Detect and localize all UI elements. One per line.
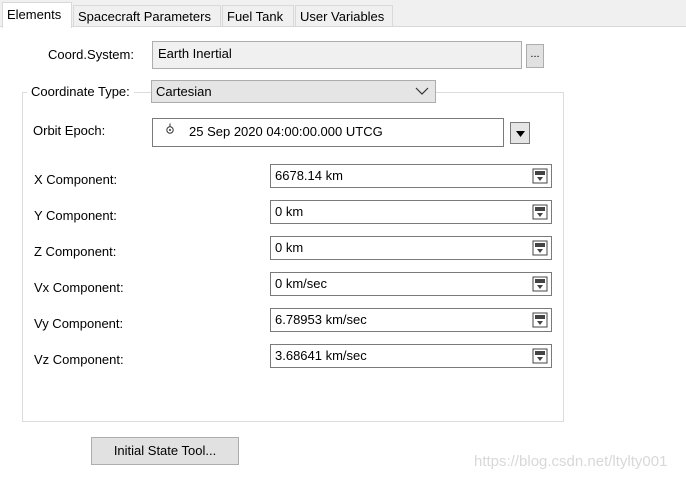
z-component-value: 0 km xyxy=(275,240,304,255)
vx-component-value: 0 km/sec xyxy=(275,276,328,291)
orbit-epoch-value: 25 Sep 2020 04:00:00.000 UTCG xyxy=(189,124,383,139)
orbit-epoch-field[interactable]: 25 Sep 2020 04:00:00.000 UTCG xyxy=(152,118,504,147)
vz-component-field[interactable]: 3.68641 km/sec xyxy=(270,344,552,368)
elements-panel: Coord.System: Earth Inertial ... Coordin… xyxy=(0,27,686,480)
watermark-text: https://blog.csdn.net/ltylty001 xyxy=(474,453,668,470)
coord-system-browse-button[interactable]: ... xyxy=(526,44,544,68)
x-component-label: X Component: xyxy=(34,172,118,187)
chevron-down-icon xyxy=(415,87,429,95)
unit-calculator-icon[interactable] xyxy=(532,276,548,292)
coordinate-type-value: Cartesian xyxy=(156,84,212,99)
unit-calculator-icon[interactable] xyxy=(532,312,548,328)
y-component-field[interactable]: 0 km xyxy=(270,200,552,224)
vz-component-label: Vz Component: xyxy=(34,352,124,367)
x-component-field[interactable]: 6678.14 km xyxy=(270,164,552,188)
initial-state-tool-label: Initial State Tool... xyxy=(113,443,217,458)
vx-component-field[interactable]: 0 km/sec xyxy=(270,272,552,296)
vz-component-value: 3.68641 km/sec xyxy=(275,348,367,363)
unit-calculator-icon[interactable] xyxy=(532,240,548,256)
dropdown-arrow-icon xyxy=(516,131,525,137)
satellite-epoch-icon xyxy=(166,123,174,134)
coordinate-type-select[interactable]: Cartesian xyxy=(151,80,436,103)
vy-component-field[interactable]: 6.78953 km/sec xyxy=(270,308,552,332)
tab-strip: Elements Spacecraft Parameters Fuel Tank… xyxy=(0,0,686,28)
coord-system-label: Coord.System: xyxy=(48,47,134,62)
coordinate-type-label: Coordinate Type: xyxy=(27,84,134,99)
tab-spacecraft-parameters[interactable]: Spacecraft Parameters xyxy=(73,5,221,27)
vy-component-label: Vy Component: xyxy=(34,316,124,331)
x-component-value: 6678.14 km xyxy=(275,168,343,183)
tab-user-variables[interactable]: User Variables xyxy=(295,5,393,27)
coord-system-field: Earth Inertial xyxy=(152,41,522,69)
tab-elements[interactable]: Elements xyxy=(2,2,72,28)
unit-calculator-icon[interactable] xyxy=(532,168,548,184)
tab-label: Elements xyxy=(7,7,62,22)
coord-system-value: Earth Inertial xyxy=(158,46,232,61)
z-component-label: Z Component: xyxy=(34,244,117,259)
tab-fuel-tank[interactable]: Fuel Tank xyxy=(222,5,294,27)
orbit-epoch-dropdown-button[interactable] xyxy=(510,122,530,144)
unit-calculator-icon[interactable] xyxy=(532,204,548,220)
tab-label: Fuel Tank xyxy=(227,9,284,24)
tab-label: Spacecraft Parameters xyxy=(78,9,211,24)
z-component-field[interactable]: 0 km xyxy=(270,236,552,260)
tab-label: User Variables xyxy=(300,9,385,24)
y-component-label: Y Component: xyxy=(34,208,117,223)
unit-calculator-icon[interactable] xyxy=(532,348,548,364)
y-component-value: 0 km xyxy=(275,204,304,219)
vy-component-value: 6.78953 km/sec xyxy=(275,312,367,327)
vx-component-label: Vx Component: xyxy=(34,280,124,295)
initial-state-tool-button[interactable]: Initial State Tool... xyxy=(91,437,239,465)
orbit-epoch-label: Orbit Epoch: xyxy=(33,123,106,138)
browse-button-label: ... xyxy=(530,48,540,60)
